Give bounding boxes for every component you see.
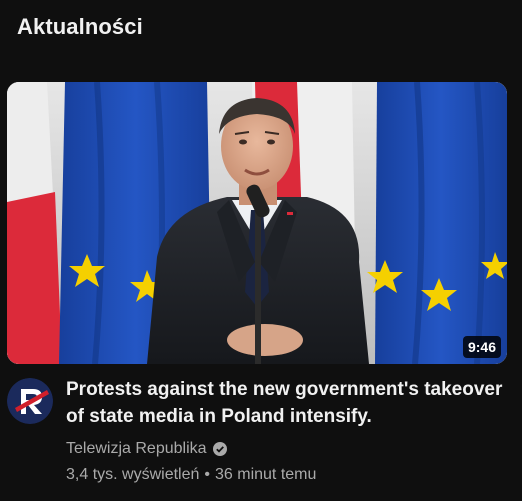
news-shelf: Aktualności 9:46 Protests against the ne… — [0, 0, 522, 501]
channel-row: Telewizja Republika — [66, 438, 511, 460]
view-count: 3,4 tys. wyświetleń — [66, 466, 200, 483]
meta-separator: • — [204, 466, 210, 483]
shelf-title: Aktualności — [17, 14, 143, 39]
video-meta: Protests against the new government's ta… — [66, 376, 511, 486]
video-title[interactable]: Protests against the new government's ta… — [66, 376, 511, 430]
video-duration: 9:46 — [462, 336, 501, 358]
thumbnail-image — [7, 82, 507, 364]
video-stats: 3,4 tys. wyświetleń • 36 minut temu — [66, 464, 511, 486]
verified-icon — [212, 442, 227, 456]
upload-age: 36 minut temu — [215, 466, 317, 483]
channel-avatar[interactable] — [7, 378, 53, 424]
channel-name[interactable]: Telewizja Republika — [66, 440, 207, 458]
video-details: Protests against the new government's ta… — [7, 376, 515, 496]
video-thumbnail[interactable]: 9:46 — [7, 82, 507, 364]
republika-logo-icon — [7, 378, 53, 424]
